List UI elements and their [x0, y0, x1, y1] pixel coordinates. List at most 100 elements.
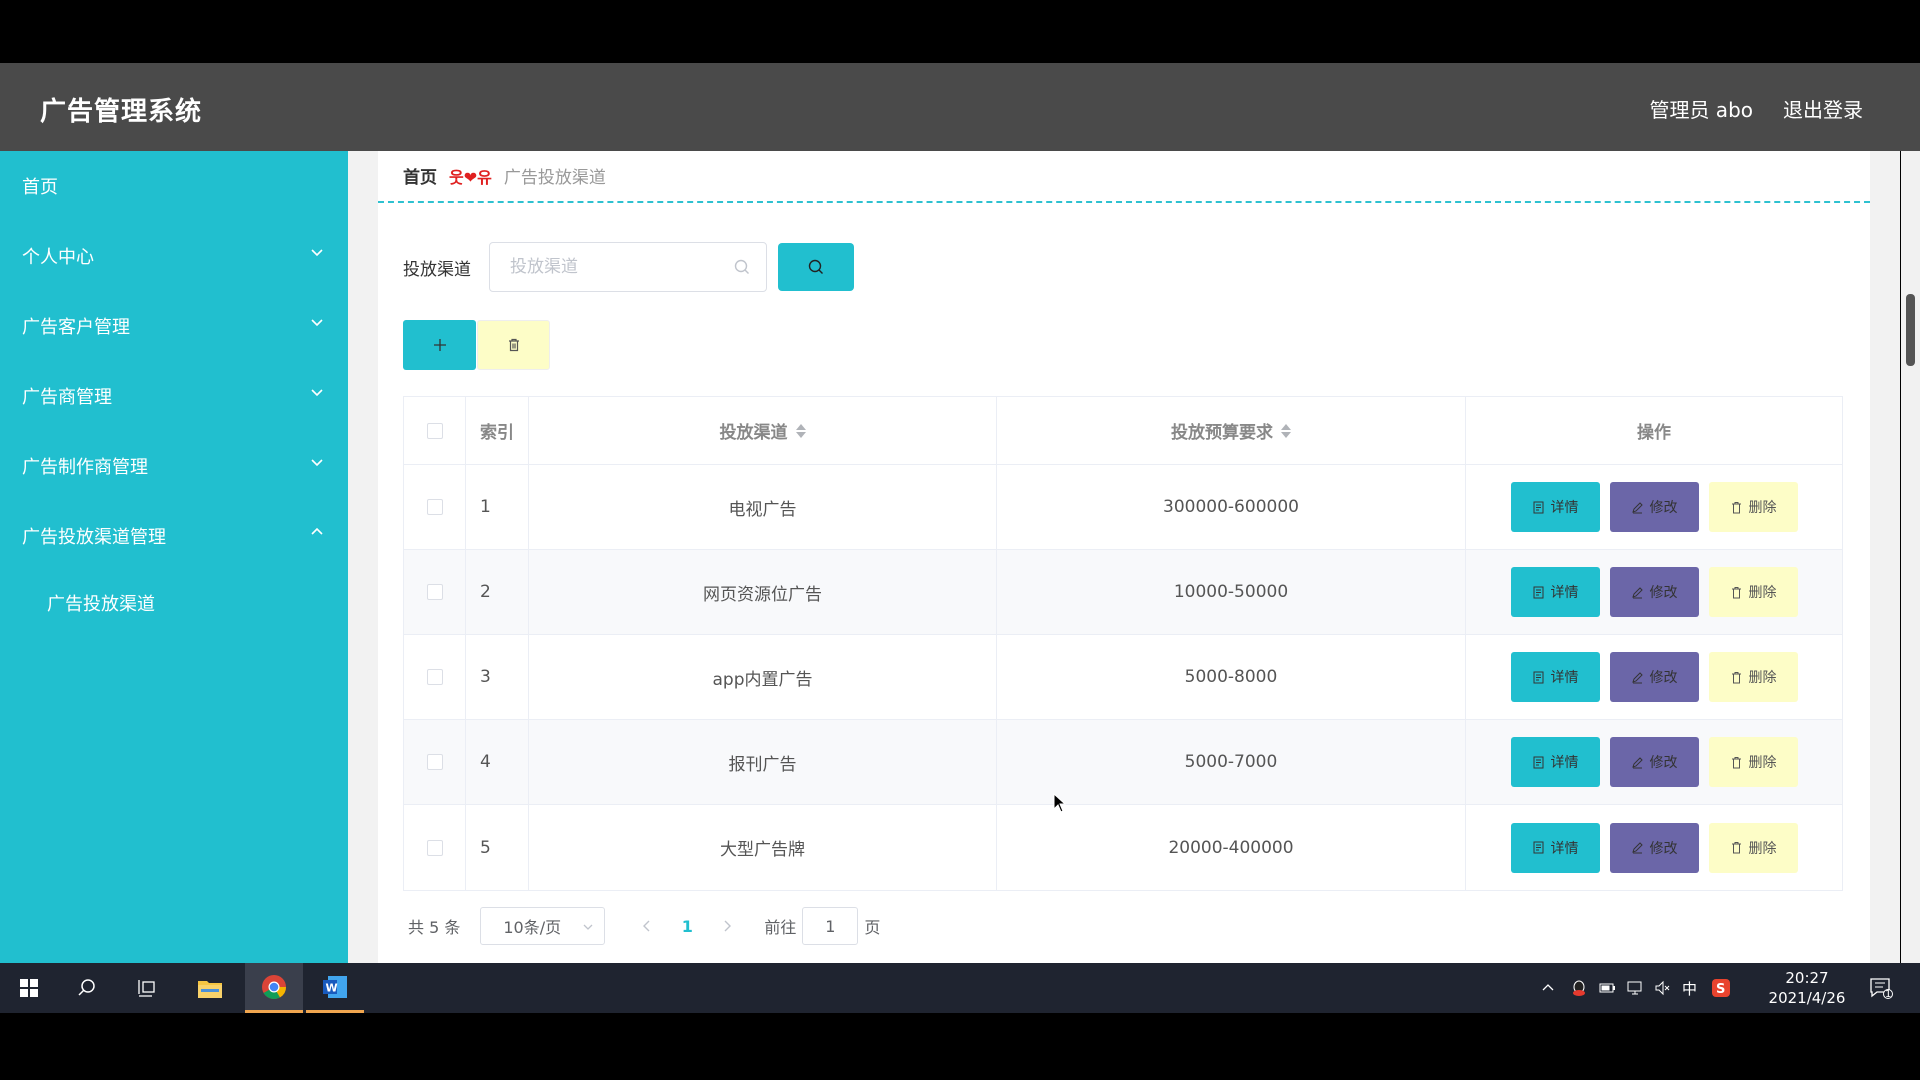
delete-label: 删除 — [1748, 755, 1777, 771]
vertical-scrollbar[interactable] — [1901, 151, 1920, 963]
sidebar-item-personal-center[interactable]: 个人中心 — [0, 221, 348, 291]
delete-button[interactable]: 删除 — [1708, 822, 1798, 873]
clock-time: 20:27 — [1785, 969, 1829, 987]
task-view-icon[interactable] — [118, 963, 176, 1013]
sidebar-item-producer-mgmt[interactable]: 广告制作商管理 — [0, 431, 348, 501]
row-check-cell — [404, 805, 466, 890]
row-budget: 5000-8000 — [997, 635, 1466, 719]
row-checkbox[interactable] — [426, 669, 443, 685]
goto-label: 前往 — [764, 918, 797, 937]
sogou-ime-icon[interactable]: S — [1711, 978, 1731, 998]
sidebar-item-home[interactable]: 首页 — [0, 151, 348, 221]
ime-indicator[interactable]: 中 — [1682, 978, 1697, 999]
row-checkbox[interactable] — [426, 584, 443, 600]
file-explorer-icon[interactable] — [181, 963, 239, 1013]
detail-button[interactable]: 详情 — [1510, 482, 1600, 532]
svg-text:W: W — [326, 981, 338, 994]
edit-button[interactable]: 修改 — [1609, 822, 1699, 873]
trash-icon — [1731, 586, 1741, 598]
edit-button[interactable]: 修改 — [1609, 567, 1699, 617]
delete-button[interactable]: 删除 — [1708, 652, 1798, 702]
detail-label: 详情 — [1550, 755, 1579, 771]
sort-icon[interactable] — [795, 423, 806, 439]
sidebar-item-channel[interactable]: 广告投放渠道 — [0, 568, 348, 638]
channel-search-input[interactable] — [489, 242, 767, 292]
chevron-down-icon — [311, 389, 323, 397]
edit-button[interactable]: 修改 — [1609, 652, 1699, 702]
detail-button[interactable]: 详情 — [1510, 822, 1600, 873]
network-icon[interactable] — [1626, 979, 1644, 997]
word-icon[interactable]: W — [306, 963, 364, 1013]
search-button[interactable] — [778, 243, 854, 291]
pagination-total: 共 5 条 — [408, 918, 461, 937]
sidebar-item-label: 广告投放渠道管理 — [22, 527, 166, 548]
row-budget: 300000-600000 — [997, 465, 1466, 549]
windows-start-icon[interactable] — [0, 963, 58, 1013]
delete-button[interactable]: 删除 — [1708, 482, 1798, 532]
battery-icon[interactable] — [1598, 979, 1616, 997]
row-budget: 10000-50000 — [997, 550, 1466, 634]
select-all-checkbox[interactable] — [426, 422, 443, 439]
sidebar-item-customer-mgmt[interactable]: 广告客户管理 — [0, 291, 348, 361]
qq-icon[interactable] — [1570, 979, 1588, 997]
row-checkbox[interactable] — [426, 839, 443, 856]
chevron-right-icon — [724, 920, 732, 932]
delete-button[interactable]: 删除 — [1708, 737, 1798, 787]
edit-icon — [1631, 756, 1643, 768]
table-row: 3 app内置广告 5000-8000 详情 修改 删除 — [404, 635, 1842, 720]
row-actions: 详情 修改 删除 — [1466, 635, 1842, 719]
next-page-button[interactable] — [712, 911, 742, 941]
column-header-budget[interactable]: 投放预算要求 — [997, 397, 1466, 464]
speaker-muted-icon[interactable] — [1654, 979, 1672, 997]
content-card: 首页 웃❤유 广告投放渠道 投放渠道 索引 投放渠道 — [378, 151, 1870, 963]
sidebar-item-advertiser-mgmt[interactable]: 广告商管理 — [0, 361, 348, 431]
row-check-cell — [404, 720, 466, 804]
page-number[interactable]: 1 — [662, 917, 712, 936]
page-size-select[interactable]: 10条/页 — [480, 907, 606, 945]
logout-link[interactable]: 退出登录 — [1783, 94, 1863, 123]
detail-button[interactable]: 详情 — [1510, 567, 1600, 617]
sidebar-item-label: 广告投放渠道 — [47, 594, 155, 615]
sidebar-item-channel-mgmt[interactable]: 广告投放渠道管理 — [0, 501, 348, 571]
row-actions: 详情 修改 删除 — [1466, 550, 1842, 634]
row-checkbox[interactable] — [426, 499, 443, 515]
chrome-icon[interactable] — [245, 963, 303, 1013]
chevron-up-icon[interactable] — [1540, 980, 1556, 996]
trash-icon — [1731, 842, 1741, 854]
row-checkbox[interactable] — [426, 754, 443, 770]
detail-label: 详情 — [1550, 670, 1579, 686]
goto-page-input[interactable] — [802, 907, 859, 945]
edit-button[interactable]: 修改 — [1609, 482, 1699, 532]
page-suffix: 页 — [864, 918, 881, 937]
row-channel: app内置广告 — [529, 635, 997, 719]
delete-button[interactable]: 删除 — [1708, 567, 1798, 617]
plus-icon — [433, 339, 446, 351]
prev-page-button[interactable] — [632, 911, 662, 941]
add-button[interactable] — [403, 320, 476, 370]
document-icon — [1533, 671, 1543, 683]
chevron-left-icon — [643, 920, 650, 932]
column-header-channel[interactable]: 投放渠道 — [529, 397, 997, 464]
sort-icon[interactable] — [1281, 423, 1291, 439]
edit-label: 修改 — [1649, 585, 1678, 601]
delete-label: 删除 — [1748, 500, 1777, 516]
row-channel: 网页资源位广告 — [529, 550, 997, 634]
edit-label: 修改 — [1649, 840, 1678, 857]
detail-button[interactable]: 详情 — [1510, 652, 1600, 702]
sidebar-item-label: 首页 — [22, 177, 58, 198]
page-size-value: 10条/页 — [503, 918, 562, 937]
document-icon — [1533, 756, 1543, 768]
notification-center-icon[interactable]: 1 — [1852, 963, 1910, 1013]
edit-button[interactable]: 修改 — [1609, 737, 1699, 787]
scrollbar-thumb[interactable] — [1906, 294, 1915, 366]
search-icon[interactable] — [58, 963, 116, 1013]
breadcrumb-home[interactable]: 首页 — [403, 163, 437, 188]
batch-delete-button[interactable] — [477, 320, 550, 370]
chevron-down-icon — [583, 924, 593, 930]
column-header-actions: 操作 — [1637, 423, 1671, 443]
system-clock[interactable]: 20:27 2021/4/26 — [1757, 968, 1857, 1008]
row-actions: 详情 修改 删除 — [1466, 805, 1842, 890]
detail-button[interactable]: 详情 — [1510, 737, 1600, 787]
windows-taskbar: W 中 S 20:27 2021/4/26 1 — [0, 963, 1920, 1013]
chevron-down-icon — [311, 249, 323, 257]
